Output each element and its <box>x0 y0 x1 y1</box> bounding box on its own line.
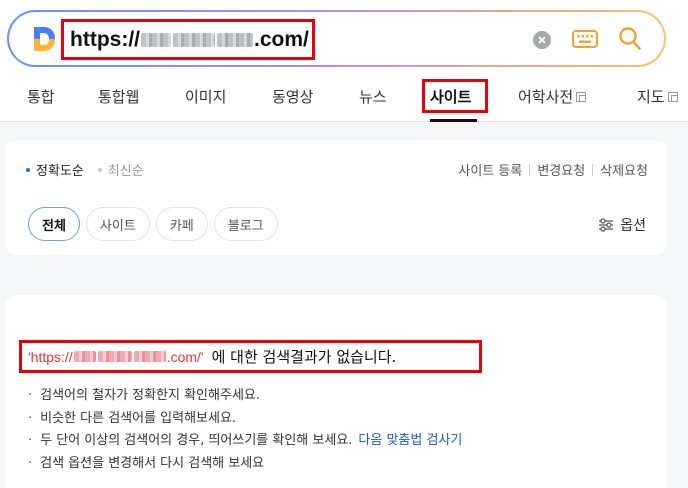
list-item: 검색어의 철자가 정확한지 확인해주세요. <box>28 385 462 408</box>
chip-all[interactable]: 전체 <box>28 207 80 241</box>
redacted-text <box>140 32 171 47</box>
query-prefix: 'https:// <box>28 348 73 365</box>
spell-checker-link[interactable]: 다음 맞춤법 검사기 <box>358 430 462 453</box>
external-link-icon <box>576 91 587 102</box>
tab-video[interactable]: 동영상 <box>272 86 313 107</box>
sliders-icon <box>599 218 614 232</box>
daum-logo-icon[interactable] <box>31 25 57 53</box>
query-text: 'https:// .com/' <box>28 349 204 365</box>
chip-blog[interactable]: 블로그 <box>213 207 278 241</box>
clear-search-button[interactable] <box>533 31 551 49</box>
redacted-text <box>216 32 253 47</box>
no-result-heading: 'https:// .com/' 에 대한 검색결과가 없습니다. <box>19 340 482 373</box>
list-item: 비슷한 다른 검색어를 입력해보세요. <box>28 408 462 431</box>
tab-label: 지도 <box>637 88 665 106</box>
tip-text: 검색어의 철자가 정확한지 확인해주세요. <box>40 388 260 403</box>
tab-map[interactable]: 지도 <box>637 86 678 107</box>
search-icon[interactable] <box>618 26 642 52</box>
query-suffix: .com/' <box>166 348 204 365</box>
redacted-text <box>97 350 132 362</box>
search-header: https:// .com/ <box>0 0 688 72</box>
search-input[interactable]: https:// .com/ <box>61 19 315 60</box>
active-tab-indicator <box>430 119 477 122</box>
close-icon <box>538 36 546 44</box>
tab-label: 뉴스 <box>359 88 387 106</box>
result-panel: 'https:// .com/' 에 대한 검색결과가 없습니다. 검색어의 철자… <box>6 295 666 488</box>
url-suffix: .com/ <box>253 27 309 51</box>
url-prefix: https:// <box>70 27 140 51</box>
unselected-dot-icon <box>97 167 102 172</box>
tip-text: 검색 옵션을 변경해서 다시 검색해 보세요 <box>40 455 265 471</box>
search-tips: 검색어의 철자가 정확한지 확인해주세요. 비슷한 다른 검색어를 입력해보세요… <box>28 385 462 475</box>
sort-label: 정확도순 <box>36 164 84 179</box>
tab-label: 통합웹 <box>98 88 140 106</box>
search-bar: https:// .com/ <box>7 10 666 67</box>
tab-label: 동영상 <box>272 88 314 106</box>
delete-request-link[interactable]: 삭제요청 <box>600 160 648 179</box>
tip-text: 비슷한 다른 검색어를 입력해보세요. <box>40 410 237 426</box>
redacted-text <box>73 350 96 362</box>
selected-dot-icon <box>26 167 30 172</box>
site-links: 사이트 등록 변경요청 삭제요청 <box>458 160 648 179</box>
filter-chips: 전체 사이트 카페 블로그 <box>28 207 284 241</box>
chip-site[interactable]: 사이트 <box>85 207 150 241</box>
tip-text: 두 단어 이상의 검색어의 경우, 띄어쓰기를 확인해 보세요. <box>40 433 353 448</box>
sort-label: 최신순 <box>107 164 144 179</box>
divider <box>529 163 531 176</box>
search-inner: https:// .com/ <box>9 12 664 65</box>
sort-options: 정확도순 최신순 <box>26 160 158 179</box>
sort-latest[interactable]: 최신순 <box>97 160 144 179</box>
register-site-link[interactable]: 사이트 등록 <box>458 160 522 179</box>
tab-label: 이미지 <box>185 88 227 106</box>
external-link-icon <box>667 91 678 102</box>
options-button[interactable]: 옵션 <box>598 215 646 235</box>
list-item: 검색 옵션을 변경해서 다시 검색해 보세요 <box>28 453 462 476</box>
no-result-message: 에 대한 검색결과가 없습니다. <box>211 348 397 366</box>
chip-cafe[interactable]: 카페 <box>155 207 208 241</box>
tab-news[interactable]: 뉴스 <box>359 86 387 107</box>
list-item: 두 단어 이상의 검색어의 경우, 띄어쓰기를 확인해 보세요. 다음 맞춤법 검… <box>28 430 462 453</box>
tab-label: 어학사전 <box>518 88 574 106</box>
change-request-link[interactable]: 변경요청 <box>537 160 585 179</box>
keyboard-icon[interactable] <box>572 29 598 49</box>
search-tabs: 통합 통합웹 이미지 동영상 뉴스 어학사전 지도 <box>0 72 688 122</box>
redacted-text <box>133 350 166 362</box>
tab-images[interactable]: 이미지 <box>185 86 226 107</box>
tab-integrated[interactable]: 통합 <box>27 86 55 107</box>
options-label: 옵션 <box>620 218 646 234</box>
tab-site[interactable]: 사이트 <box>430 86 471 107</box>
tab-label: 통합 <box>27 88 55 106</box>
tab-web[interactable]: 통합웹 <box>98 86 139 107</box>
filter-panel: 정확도순 최신순 사이트 등록 변경요청 삭제요청 전체 사이트 카페 블로그 … <box>6 140 666 255</box>
redacted-text <box>172 32 215 47</box>
sort-accuracy[interactable]: 정확도순 <box>26 160 84 179</box>
tab-dictionary[interactable]: 어학사전 <box>518 86 587 107</box>
divider <box>592 163 594 176</box>
